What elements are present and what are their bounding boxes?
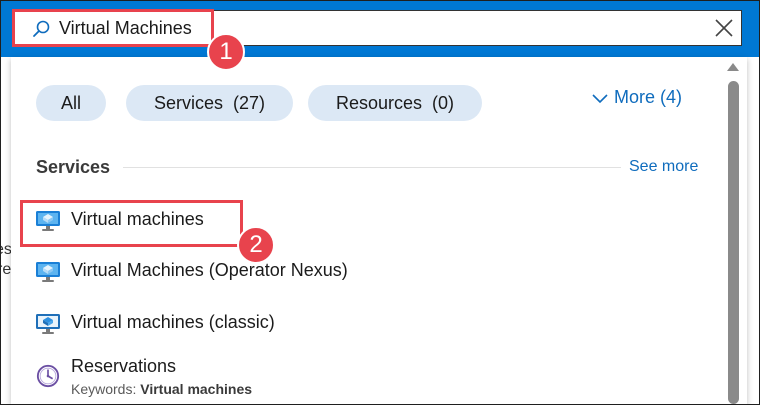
- result-label: Virtual Machines (Operator Nexus): [71, 260, 348, 280]
- search-dropdown-screenshot: Virtual Machines es re All Services (27)…: [0, 0, 760, 405]
- filter-resources-count: (0): [432, 93, 455, 113]
- filter-resources[interactable]: Resources (0): [308, 85, 482, 121]
- scroll-up-arrow-icon[interactable]: [727, 63, 739, 71]
- background-text-fragment: re: [1, 261, 11, 278]
- filter-services-label: Services: [153, 93, 223, 113]
- virtual-machine-icon: [36, 262, 60, 282]
- callout-highlight-result: [20, 200, 243, 247]
- result-label: Reservations: [71, 356, 177, 376]
- keywords-value: Virtual machines: [140, 381, 253, 397]
- filter-services[interactable]: Services (27): [126, 85, 293, 121]
- chevron-down-icon: [592, 94, 608, 104]
- filter-all-label: All: [60, 93, 81, 113]
- services-section-title: Services: [36, 157, 111, 177]
- see-more-link[interactable]: See more: [629, 158, 698, 176]
- callout-number-1: 1: [207, 33, 245, 71]
- keywords-prefix: Keywords:: [71, 381, 137, 397]
- more-filters-label: More (4): [614, 87, 683, 107]
- background-text-fragment: es: [1, 241, 11, 259]
- filter-all[interactable]: All: [36, 85, 106, 121]
- background-page-fragment: es re: [1, 57, 11, 404]
- clock-icon: [36, 364, 60, 388]
- virtual-machine-classic-icon: [36, 314, 60, 334]
- callout-highlight-search: [12, 9, 214, 47]
- result-keywords: Keywords: Virtual machines: [71, 381, 252, 397]
- callout-number-2: 2: [237, 226, 275, 264]
- result-label: Virtual machines (classic): [71, 312, 275, 332]
- section-divider: [123, 167, 621, 168]
- result-virtual-machines-classic[interactable]: Virtual machines (classic): [35, 310, 295, 340]
- results-scrollbar[interactable]: [724, 57, 742, 404]
- result-virtual-machines-operator-nexus[interactable]: Virtual Machines (Operator Nexus): [35, 258, 375, 288]
- filter-services-count: (27): [233, 93, 266, 113]
- filter-resources-label: Resources: [335, 93, 423, 113]
- more-filters-button[interactable]: More (4): [592, 87, 682, 108]
- scroll-thumb[interactable]: [728, 81, 739, 404]
- close-icon[interactable]: [713, 17, 735, 39]
